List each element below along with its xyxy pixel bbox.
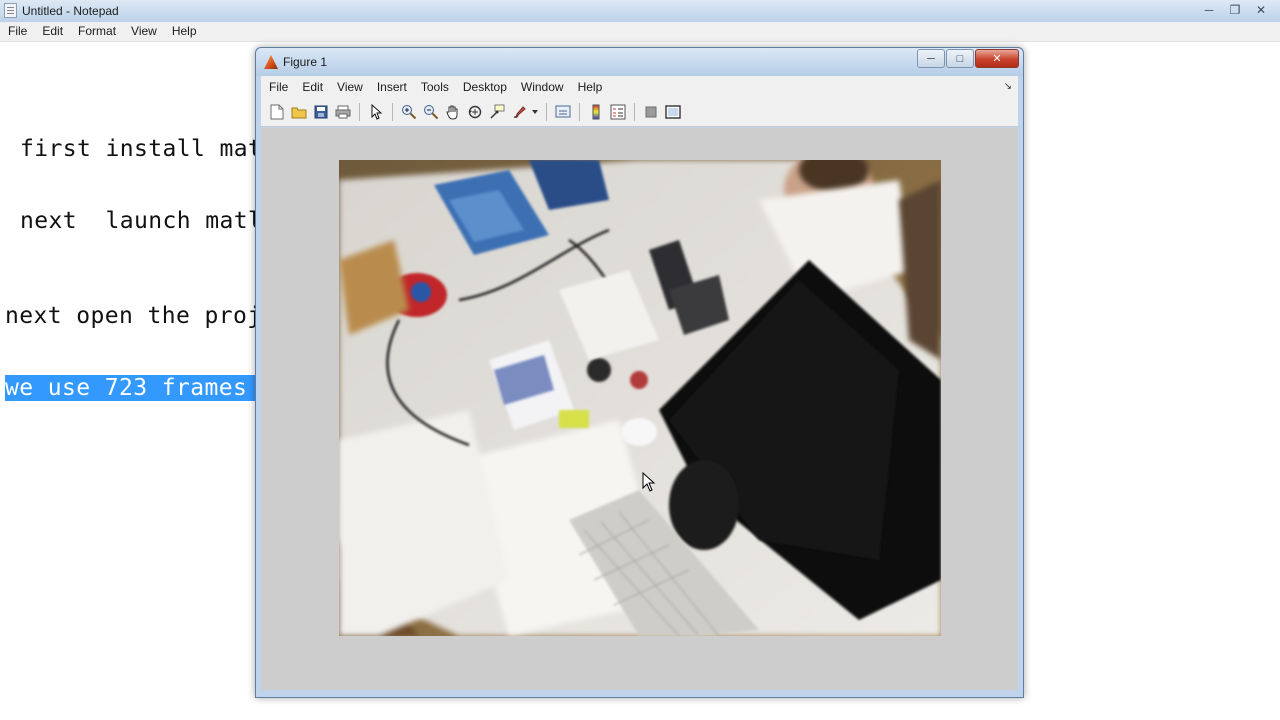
restore-icon[interactable]: ❐ (1224, 1, 1246, 19)
text-line[interactable]: first install mat (20, 136, 262, 162)
figure-bottom-border (256, 690, 1023, 697)
figure-window-controls: ─ □ ✕ (917, 49, 1019, 68)
close-icon[interactable]: ✕ (975, 49, 1019, 68)
figure-menu-view[interactable]: View (329, 80, 369, 94)
figure-menu-edit[interactable]: Edit (294, 80, 329, 94)
rotate-3d-icon[interactable] (464, 102, 485, 123)
figure-menu-tools[interactable]: Tools (413, 80, 455, 94)
close-icon[interactable]: ✕ (1250, 1, 1272, 19)
new-figure-icon[interactable] (266, 102, 287, 123)
toolbar-separator (546, 103, 547, 121)
toolbar-separator (392, 103, 393, 121)
selected-text-line[interactable]: we use 723 frames (5, 375, 262, 401)
notepad-menu-help[interactable]: Help (164, 22, 204, 41)
mouse-cursor-icon (642, 472, 656, 492)
brush-icon[interactable] (508, 102, 529, 123)
notepad-menu-view[interactable]: View (123, 22, 164, 41)
figure-title: Figure 1 (283, 55, 328, 69)
save-icon[interactable] (310, 102, 331, 123)
hide-plot-tools-icon[interactable] (640, 102, 661, 123)
zoom-in-icon[interactable] (398, 102, 419, 123)
figure-window: Figure 1 ─ □ ✕ File Edit View Insert Too… (255, 47, 1024, 698)
notepad-title: Untitled - Notepad (22, 4, 119, 18)
figure-menu-insert[interactable]: Insert (369, 80, 413, 94)
figure-axes-canvas[interactable] (261, 128, 1018, 690)
link-plot-icon[interactable] (552, 102, 573, 123)
figure-menu-desktop[interactable]: Desktop (455, 80, 513, 94)
minimize-icon[interactable]: ─ (917, 49, 945, 68)
notepad-titlebar[interactable]: Untitled - Notepad ─ ❐ ✕ (0, 0, 1280, 22)
figure-menu-file[interactable]: File (261, 80, 294, 94)
figure-menu-window[interactable]: Window (513, 80, 570, 94)
notepad-window-controls: ─ ❐ ✕ (1198, 1, 1272, 19)
notepad-menu-edit[interactable]: Edit (34, 22, 70, 41)
dock-arrow-icon[interactable]: ↘ (1004, 81, 1012, 92)
figure-menubar: File Edit View Insert Tools Desktop Wind… (261, 76, 1018, 98)
colorbar-icon[interactable] (585, 102, 606, 123)
toolbar-separator (579, 103, 580, 121)
text-line[interactable]: next launch matl (20, 208, 262, 234)
maximize-icon[interactable]: □ (946, 49, 974, 68)
print-icon[interactable] (332, 102, 353, 123)
legend-icon[interactable] (607, 102, 628, 123)
pan-hand-icon[interactable] (442, 102, 463, 123)
data-cursor-icon[interactable] (486, 102, 507, 123)
notepad-menu-format[interactable]: Format (70, 22, 123, 41)
notepad-menubar: File Edit Format View Help (0, 22, 1280, 42)
open-file-icon[interactable] (288, 102, 309, 123)
notepad-menu-file[interactable]: File (0, 22, 34, 41)
show-plot-tools-icon[interactable] (662, 102, 683, 123)
webcam-frame-image (339, 160, 941, 636)
edit-plot-arrow-icon[interactable] (365, 102, 386, 123)
figure-titlebar[interactable]: Figure 1 ─ □ ✕ (256, 48, 1023, 76)
matlab-logo-icon (264, 55, 278, 69)
brush-dropdown-icon[interactable] (530, 102, 540, 123)
figure-menu-help[interactable]: Help (570, 80, 609, 94)
minimize-icon[interactable]: ─ (1198, 1, 1220, 19)
figure-toolbar (261, 98, 1018, 127)
toolbar-separator (359, 103, 360, 121)
notepad-app-icon (4, 3, 17, 18)
zoom-out-icon[interactable] (420, 102, 441, 123)
text-line[interactable]: next open the proj (5, 303, 261, 329)
desk-scene-photo (339, 160, 941, 636)
toolbar-separator (634, 103, 635, 121)
